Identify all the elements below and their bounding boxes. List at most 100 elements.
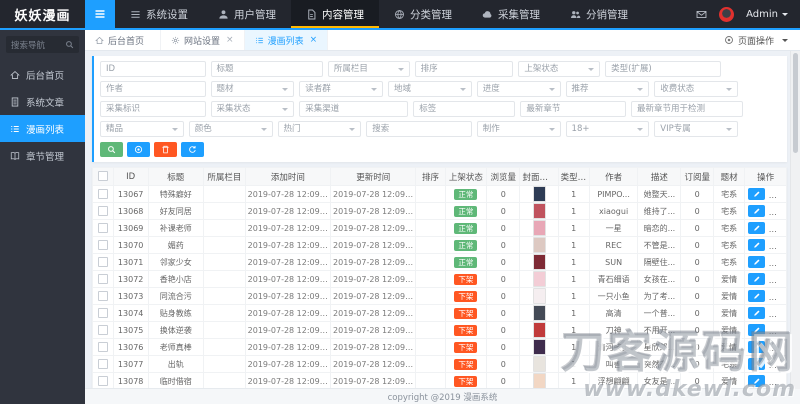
sidebar-item[interactable]: 漫画列表 (0, 115, 85, 142)
scrollbar-thumb[interactable] (793, 53, 798, 153)
edit-button[interactable] (748, 375, 765, 387)
filter-field[interactable]: 颜色 (189, 121, 273, 137)
cell-title[interactable]: 出轨 (148, 356, 204, 373)
edit-button[interactable] (748, 222, 765, 234)
cover-image[interactable] (533, 220, 546, 236)
row-checkbox[interactable] (98, 240, 108, 250)
cell-title[interactable]: 媚药 (148, 237, 204, 254)
sidebar-item[interactable]: 系统文章 (0, 88, 85, 115)
status-badge[interactable]: 下架 (454, 376, 477, 387)
status-badge[interactable]: 正常 (454, 223, 477, 234)
delete-button[interactable] (770, 205, 787, 217)
status-badge[interactable]: 正常 (454, 206, 477, 217)
nav-item[interactable]: 分销管理 (555, 0, 643, 28)
close-icon[interactable]: × (310, 35, 318, 45)
cover-image[interactable] (533, 305, 546, 321)
edit-button[interactable] (748, 205, 765, 217)
nav-item[interactable]: 分类管理 (379, 0, 467, 28)
delete-button[interactable] (770, 273, 787, 285)
status-badge[interactable]: 正常 (454, 189, 477, 200)
filter-field[interactable]: 进度 (477, 81, 561, 97)
cover-image[interactable] (533, 186, 546, 202)
filter-field[interactable]: 采集状态 (211, 101, 295, 117)
filter-field[interactable]: 类型(扩展) (605, 61, 721, 77)
delete-button[interactable] (770, 324, 787, 336)
cover-image[interactable] (533, 322, 546, 338)
filter-field[interactable]: 精品 (100, 121, 184, 137)
nav-item[interactable]: 系统设置 (115, 0, 203, 28)
cover-image[interactable] (533, 254, 546, 270)
filter-field[interactable]: 制作 (477, 121, 561, 137)
message-icon[interactable] (696, 9, 707, 20)
row-checkbox[interactable] (98, 189, 108, 199)
delete-button[interactable] (770, 307, 787, 319)
filter-field[interactable]: 采集渠道 (299, 101, 408, 117)
cover-image[interactable] (533, 237, 546, 253)
status-badge[interactable]: 下架 (454, 359, 477, 370)
delete-button[interactable] (770, 188, 787, 200)
cell-title[interactable]: 贴身教练 (148, 305, 204, 322)
edit-button[interactable] (748, 239, 765, 251)
delete-button[interactable] (770, 290, 787, 302)
nav-item[interactable]: 内容管理 (291, 0, 379, 28)
row-checkbox[interactable] (98, 274, 108, 284)
row-checkbox[interactable] (98, 308, 108, 318)
cover-image[interactable] (533, 356, 546, 372)
filter-field[interactable]: 热门 (278, 121, 362, 137)
cell-title[interactable]: 同流合污 (148, 288, 204, 305)
filter-field[interactable]: 18+ (566, 121, 650, 137)
status-badge[interactable]: 下架 (454, 308, 477, 319)
edit-button[interactable] (748, 290, 765, 302)
edit-button[interactable] (748, 273, 765, 285)
cell-title[interactable]: 补课老师 (148, 220, 204, 237)
filter-field[interactable]: 搜索 (366, 121, 472, 137)
cell-title[interactable]: 好友同居 (148, 203, 204, 220)
nav-item[interactable]: 采集管理 (467, 0, 555, 28)
delete-button[interactable] (770, 222, 787, 234)
filter-field[interactable]: 采集标识 (100, 101, 206, 117)
filter-field[interactable]: 最新章节 (520, 101, 626, 117)
sidebar-toggle-button[interactable] (85, 0, 115, 28)
nav-item[interactable]: 用户管理 (203, 0, 291, 28)
status-badge[interactable]: 正常 (454, 257, 477, 268)
status-badge[interactable]: 正常 (454, 240, 477, 251)
edit-button[interactable] (748, 358, 765, 370)
status-badge[interactable]: 下架 (454, 325, 477, 336)
delete-button[interactable] (770, 239, 787, 251)
cell-title[interactable]: 老师真棒 (148, 339, 204, 356)
filter-field[interactable]: 标签 (413, 101, 515, 117)
delete-button[interactable] (770, 341, 787, 353)
row-checkbox[interactable] (98, 223, 108, 233)
cell-title[interactable]: 临时借宿 (148, 373, 204, 390)
filter-field[interactable]: 排序 (415, 61, 514, 77)
row-checkbox[interactable] (98, 257, 108, 267)
delete-button[interactable] (770, 256, 787, 268)
vertical-scrollbar[interactable] (790, 51, 800, 389)
delete-button[interactable] (770, 375, 787, 387)
status-badge[interactable]: 下架 (454, 274, 477, 285)
row-checkbox[interactable] (98, 291, 108, 301)
filter-field[interactable]: 上架状态 (518, 61, 600, 77)
edit-button[interactable] (748, 256, 765, 268)
sidebar-item[interactable]: 章节管理 (0, 142, 85, 169)
status-badge[interactable]: 下架 (454, 291, 477, 302)
edit-button[interactable] (748, 324, 765, 336)
page-actions-dropdown[interactable]: 页面操作 (712, 30, 800, 50)
tab[interactable]: 网站设置 × (161, 30, 245, 50)
edit-button[interactable] (748, 307, 765, 319)
filter-field[interactable]: 地域 (388, 81, 472, 97)
sidebar-search-input[interactable]: 搜索导航 (6, 36, 79, 53)
select-all-checkbox[interactable] (98, 171, 108, 181)
cover-image[interactable] (533, 203, 546, 219)
tab[interactable]: 漫画列表 × (245, 30, 329, 50)
cover-image[interactable] (533, 339, 546, 355)
close-icon[interactable]: × (226, 35, 234, 45)
filter-button[interactable] (154, 142, 177, 157)
filter-field[interactable]: VIP专属 (654, 121, 738, 137)
filter-field[interactable]: 题材 (211, 81, 295, 97)
cover-image[interactable] (533, 288, 546, 304)
cell-title[interactable]: 香艳小店 (148, 271, 204, 288)
filter-field[interactable]: 作者 (100, 81, 206, 97)
avatar[interactable] (719, 7, 734, 22)
row-checkbox[interactable] (98, 359, 108, 369)
